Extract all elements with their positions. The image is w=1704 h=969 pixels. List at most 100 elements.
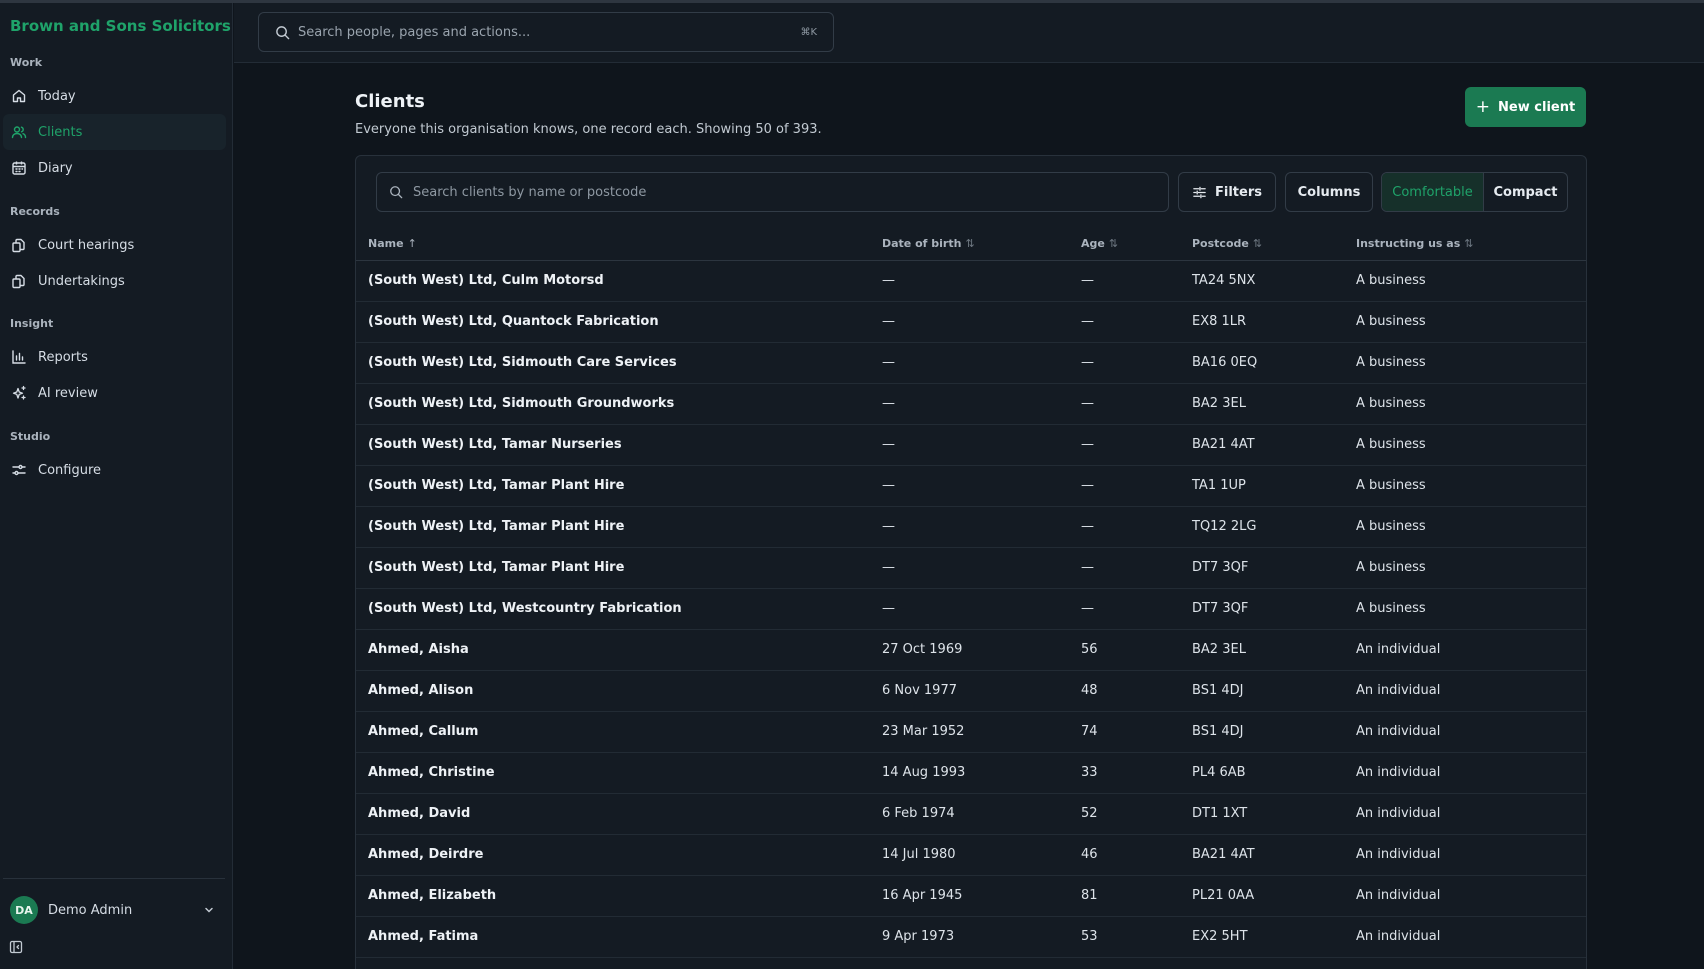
cell-date-of-birth: 6 Nov 1977 bbox=[882, 683, 957, 698]
density-toggle: Comfortable Compact bbox=[1381, 172, 1568, 212]
table-row[interactable]: (South West) Ltd, Tamar Nurseries — — BA21 … bbox=[356, 424, 1586, 465]
documents-icon bbox=[11, 237, 27, 253]
column-header-name[interactable]: Name ↑ bbox=[356, 228, 882, 261]
table-row[interactable]: (South West) Ltd, Sidmouth Groundworks — —… bbox=[356, 383, 1586, 424]
cell-age: — bbox=[1081, 560, 1094, 575]
sidebar-divider bbox=[3, 878, 225, 879]
cell-age: — bbox=[1081, 396, 1094, 411]
filter-sliders-icon bbox=[1193, 186, 1206, 198]
new-client-label: New client bbox=[1498, 99, 1576, 115]
global-search-input[interactable] bbox=[298, 24, 801, 40]
table-row[interactable]: Ahmed, Elizabeth 16 Apr 1945 81 PL21 0AA An … bbox=[356, 875, 1586, 916]
user-menu[interactable]: DA Demo Admin bbox=[10, 896, 218, 924]
cell-date-of-birth: 16 Apr 1945 bbox=[882, 888, 963, 903]
nav-item-label: Today bbox=[38, 88, 76, 104]
section-label-insight: Insight bbox=[10, 317, 54, 330]
cell-age: 52 bbox=[1081, 806, 1098, 821]
cell-age: — bbox=[1081, 519, 1094, 534]
column-header-postcode[interactable]: Postcode ⇅ bbox=[1192, 228, 1356, 261]
cell-instructing-us-as: An individual bbox=[1356, 765, 1441, 780]
nav-item-label: Diary bbox=[38, 160, 73, 176]
cell-age: 48 bbox=[1081, 683, 1098, 698]
column-header-date-of-birth[interactable]: Date of birth ⇅ bbox=[882, 228, 1081, 261]
nav-item-clients[interactable]: Clients bbox=[3, 114, 226, 150]
table-header-row: Name ↑ Date of birth ⇅ Age ⇅ Postcode ⇅ Inst… bbox=[356, 228, 1586, 261]
table-row[interactable]: (South West) Ltd, Quantock Fabrication — —… bbox=[356, 301, 1586, 342]
user-name: Demo Admin bbox=[48, 902, 133, 918]
density-compact[interactable]: Compact bbox=[1484, 173, 1567, 211]
table-row[interactable]: (South West) Ltd, Tamar Plant Hire — — TQ12… bbox=[356, 506, 1586, 547]
table-row[interactable]: (South West) Ltd, Westcountry Fabricatio… bbox=[356, 588, 1586, 629]
cell-postcode: BA16 0EQ bbox=[1192, 355, 1258, 370]
cell-date-of-birth: — bbox=[882, 355, 895, 370]
cell-name: (South West) Ltd, Westcountry Fabricatio… bbox=[368, 601, 682, 616]
table-row[interactable]: Ahmed, Deirdre 14 Jul 1980 46 BA21 4AT An in… bbox=[356, 834, 1586, 875]
nav-item-court-hearings[interactable]: Court hearings bbox=[3, 227, 226, 263]
sidebar: Brown and Sons Solicitors Work Today Cli… bbox=[0, 3, 233, 969]
filters-button[interactable]: Filters bbox=[1178, 172, 1276, 212]
density-comfortable[interactable]: Comfortable bbox=[1382, 173, 1484, 211]
cell-postcode: BS1 4DJ bbox=[1192, 683, 1244, 698]
cell-name: Ahmed, Fatima bbox=[368, 929, 479, 944]
chevron-down-icon bbox=[205, 907, 213, 913]
table-row[interactable]: Ahmed, Aisha 27 Oct 1969 56 BA2 3EL An indiv… bbox=[356, 629, 1586, 670]
cell-postcode: DT1 1XT bbox=[1192, 806, 1248, 821]
cell-postcode: TA1 1UP bbox=[1192, 478, 1246, 493]
table-row[interactable]: Ahmed, Christine 14 Aug 1993 33 PL4 6AB An i… bbox=[356, 752, 1586, 793]
cell-name: Ahmed, Callum bbox=[368, 724, 479, 739]
column-header-instructing-us-as[interactable]: Instructing us as ⇅ bbox=[1356, 228, 1586, 261]
cell-postcode: DT7 3QF bbox=[1192, 560, 1249, 575]
client-search-input[interactable] bbox=[413, 184, 1156, 200]
cell-date-of-birth: — bbox=[882, 560, 895, 575]
cell-date-of-birth: — bbox=[882, 478, 895, 493]
cell-date-of-birth: 9 Apr 1973 bbox=[882, 929, 955, 944]
cell-postcode: BA21 4AT bbox=[1192, 847, 1255, 862]
cell-instructing-us-as: An individual bbox=[1356, 642, 1441, 657]
brand-name[interactable]: Brown and Sons Solicitors bbox=[10, 17, 231, 35]
new-client-button[interactable]: + New client bbox=[1465, 87, 1586, 127]
columns-button[interactable]: Columns bbox=[1285, 172, 1373, 212]
cell-instructing-us-as: A business bbox=[1356, 396, 1426, 411]
client-search[interactable] bbox=[376, 172, 1169, 212]
cell-name: Ahmed, Elizabeth bbox=[368, 888, 497, 903]
table-row[interactable]: Ahmed, Callum 23 Mar 1952 74 BS1 4DJ An indi… bbox=[356, 711, 1586, 752]
page-subtitle: Everyone this organisation knows, one re… bbox=[355, 122, 822, 137]
cell-instructing-us-as: An individual bbox=[1356, 806, 1441, 821]
cell-postcode: PL21 0AA bbox=[1192, 888, 1255, 903]
table-toolbar: Filters Columns Comfortable Compact bbox=[376, 172, 1568, 212]
nav-item-configure[interactable]: Configure bbox=[3, 452, 226, 488]
column-header-age[interactable]: Age ⇅ bbox=[1081, 228, 1192, 261]
sidebar-collapse-icon[interactable] bbox=[9, 940, 23, 954]
cell-postcode: BA2 3EL bbox=[1192, 396, 1246, 411]
table-row[interactable]: (South West) Ltd, Culm Motorsd — — TA24 5NX… bbox=[356, 260, 1586, 301]
documents-icon bbox=[11, 273, 27, 289]
table-row[interactable]: Ahmed, Alison 6 Nov 1977 48 BS1 4DJ An indiv… bbox=[356, 670, 1586, 711]
cell-instructing-us-as: A business bbox=[1356, 478, 1426, 493]
nav-item-ai-review[interactable]: AI review bbox=[3, 375, 226, 411]
cell-instructing-us-as: An individual bbox=[1356, 724, 1441, 739]
table-row[interactable]: (South West) Ltd, Tamar Plant Hire — — DT7 … bbox=[356, 547, 1586, 588]
table-row[interactable]: Ahmed, Fatima 9 Apr 1973 53 EX2 5HT An indiv… bbox=[356, 916, 1586, 957]
cell-instructing-us-as: A business bbox=[1356, 601, 1426, 616]
cell-postcode: BA2 3EL bbox=[1192, 642, 1246, 657]
users-icon bbox=[11, 124, 27, 140]
global-search[interactable]: ⌘K bbox=[258, 12, 834, 52]
table-row[interactable]: Ahmed, David 6 Feb 1974 52 DT1 1XT An indivi… bbox=[356, 793, 1586, 834]
nav-item-reports[interactable]: Reports bbox=[3, 339, 226, 375]
nav-item-label: Configure bbox=[38, 462, 102, 478]
search-icon bbox=[390, 186, 403, 199]
cell-instructing-us-as: A business bbox=[1356, 273, 1426, 288]
nav-item-label: Clients bbox=[38, 124, 83, 140]
cell-instructing-us-as: An individual bbox=[1356, 847, 1441, 862]
cell-age: — bbox=[1081, 273, 1094, 288]
table-row[interactable]: (South West) Ltd, Sidmouth Care Services… bbox=[356, 342, 1586, 383]
table-row[interactable]: (South West) Ltd, Tamar Plant Hire — — TA1 … bbox=[356, 465, 1586, 506]
cell-age: — bbox=[1081, 355, 1094, 370]
sort-icon: ⇅ bbox=[1108, 237, 1119, 251]
cell-instructing-us-as: A business bbox=[1356, 314, 1426, 329]
nav-item-undertakings[interactable]: Undertakings bbox=[3, 263, 226, 299]
nav-item-diary[interactable]: Diary bbox=[3, 150, 226, 186]
cell-date-of-birth: — bbox=[882, 273, 895, 288]
clients-panel: Filters Columns Comfortable Compact Name… bbox=[355, 155, 1587, 969]
nav-item-today[interactable]: Today bbox=[3, 78, 226, 114]
